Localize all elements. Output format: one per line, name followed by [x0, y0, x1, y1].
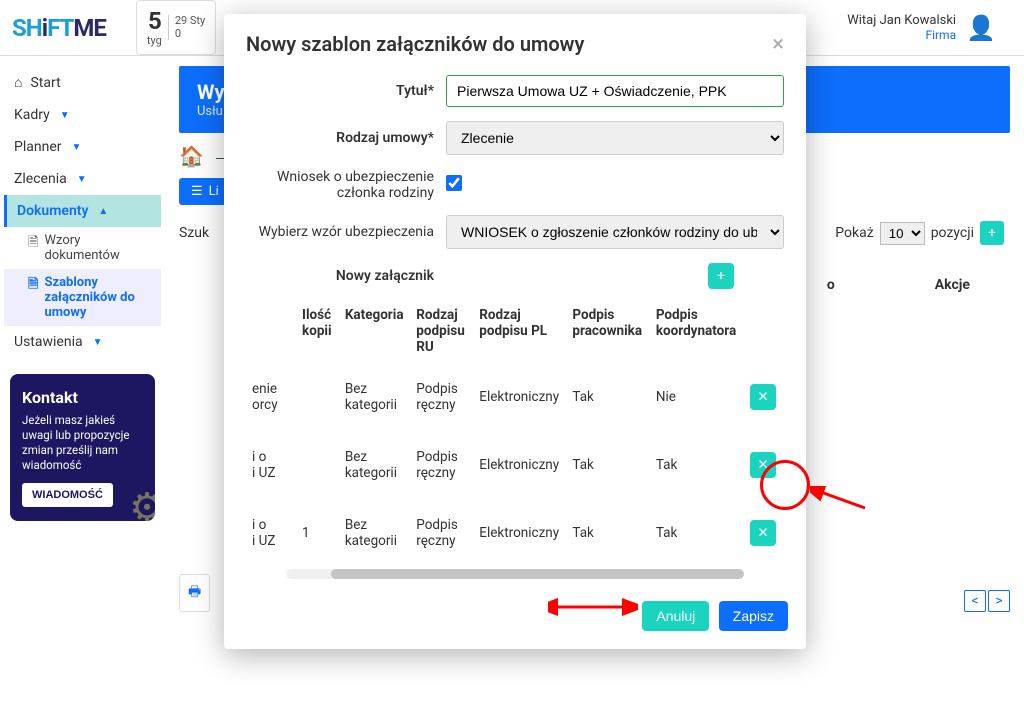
prev-page[interactable]: < — [964, 590, 986, 612]
nav-planner[interactable]: Planner▼ — [4, 131, 161, 163]
modal-title: Nowy szablon załączników do umowy — [246, 32, 584, 56]
attachments-table-wrap: Ilość kopii Kategoria Rodzaj podpisu RU … — [246, 299, 784, 581]
nav-start[interactable]: ⌂Start — [4, 66, 161, 99]
cancel-button[interactable]: Anuluj — [642, 601, 709, 631]
label-choose-template: Wybierz wzór ubezpieczenia — [246, 224, 446, 240]
nav-dokumenty[interactable]: Dokumenty▲ — [4, 195, 161, 227]
label-contract-type: Rodzaj umowy* — [246, 130, 446, 146]
col-kategoria: Kategoria — [339, 299, 410, 363]
user-block[interactable]: Witaj Jan Kowalski Firma 👤 — [831, 7, 1012, 48]
date-block: 5 tyg 29 Sty 0 — [136, 0, 216, 54]
title-input[interactable] — [446, 75, 784, 107]
nav-kadry[interactable]: Kadry▼ — [4, 99, 161, 131]
nav-zlecenia[interactable]: Zlecenia▼ — [4, 163, 161, 195]
home-icon[interactable]: 🏠 — [179, 144, 204, 168]
col-podpis-pl: Rodzaj podpisu PL — [473, 299, 566, 363]
horizontal-scrollbar[interactable] — [286, 569, 744, 579]
nav-sub-szablony[interactable]: 🗎Szablony załączników do umowy — [4, 269, 161, 326]
col-blank — [246, 299, 296, 363]
label-title: Tytuł* — [246, 83, 446, 99]
user-greeting: Witaj Jan Kowalski — [847, 13, 956, 28]
delete-row-button[interactable]: ✕ — [750, 520, 776, 546]
date-line2: 0 — [175, 28, 205, 40]
print-button[interactable]: 🖶 — [179, 574, 210, 612]
caret-icon: ▼ — [71, 142, 81, 153]
caret-icon: ▼ — [77, 174, 87, 185]
contact-button[interactable]: WIADOMOŚĆ — [22, 483, 113, 507]
attachments-table: Ilość kopii Kategoria Rodzaj podpisu RU … — [246, 299, 784, 567]
week-number: 5 — [147, 7, 162, 35]
insurance-template-select[interactable]: WNIOSEK o zgłoszenie członków rodziny do… — [446, 215, 784, 249]
col-ilosc: Ilość kopii — [296, 299, 339, 363]
doc-icon: 🗎 — [28, 233, 38, 263]
next-page[interactable]: > — [988, 590, 1010, 612]
close-icon[interactable]: × — [772, 32, 784, 57]
week-label: tyg — [147, 35, 162, 47]
date-line1: 29 Sty — [175, 15, 205, 27]
page-size-select[interactable]: 10 — [880, 222, 925, 245]
contact-box: Kontakt Jeżeli masz jakieś uwagi lub pro… — [10, 374, 155, 521]
user-icon: 👤 — [966, 14, 996, 42]
table-row: i oi UZ Bez kategorii Podpis ręczny Elek… — [246, 431, 784, 499]
sidebar: ⌂Start Kadry▼ Planner▼ Zlecenia▼ Dokumen… — [0, 56, 165, 722]
col-pracownik: Podpis pracownika — [566, 299, 649, 363]
list-icon: ☰ — [191, 184, 203, 199]
label-new-attachment: Nowy załącznik — [246, 268, 446, 284]
label-insurance-request: Wniosek o ubezpieczenie członka rodziny — [246, 169, 446, 201]
contact-title: Kontakt — [22, 388, 143, 407]
delete-row-button[interactable]: ✕ — [750, 384, 776, 410]
delete-row-button[interactable]: ✕ — [750, 452, 776, 478]
user-firm[interactable]: Firma — [847, 28, 956, 42]
page-size-row: Pokaż 10 pozycji + — [835, 221, 1004, 245]
col-akcje: Akcje — [935, 277, 970, 293]
nav-sub-wzory[interactable]: 🗎Wzory dokumentów — [4, 227, 161, 269]
table-row: enieorcy Bez kategorii Podpis ręczny Ele… — [246, 363, 784, 431]
pager: < > — [964, 590, 1010, 612]
doc-icon: 🗎 — [28, 275, 38, 320]
contact-text: Jeżeli masz jakieś uwagi lub propozycje … — [22, 413, 143, 473]
home-icon: ⌂ — [14, 74, 22, 91]
table-row: i oi UZ 1 Bez kategorii Podpis ręczny El… — [246, 499, 784, 567]
caret-icon: ▼ — [60, 110, 70, 121]
attachment-template-modal: Nowy szablon załączników do umowy × Tytu… — [224, 14, 806, 649]
nav-ustawienia[interactable]: Ustawienia▼ — [4, 326, 161, 358]
caret-icon: ▼ — [93, 337, 103, 348]
col-o: o — [827, 277, 835, 293]
save-button[interactable]: Zapisz — [719, 601, 788, 631]
app-logo[interactable]: SHiFTME — [12, 14, 106, 42]
col-koordynator: Podpis koordynatora — [650, 299, 744, 363]
gears-icon: ⚙ — [129, 484, 155, 521]
contract-type-select[interactable]: Zlecenie — [446, 121, 784, 155]
add-button[interactable]: + — [980, 221, 1004, 245]
col-podpis-ru: Rodzaj podpisu RU — [410, 299, 473, 363]
add-attachment-button[interactable]: + — [708, 263, 734, 289]
insurance-checkbox[interactable] — [446, 175, 462, 191]
search-label: Szuk — [179, 225, 209, 241]
caret-icon: ▲ — [98, 206, 108, 217]
